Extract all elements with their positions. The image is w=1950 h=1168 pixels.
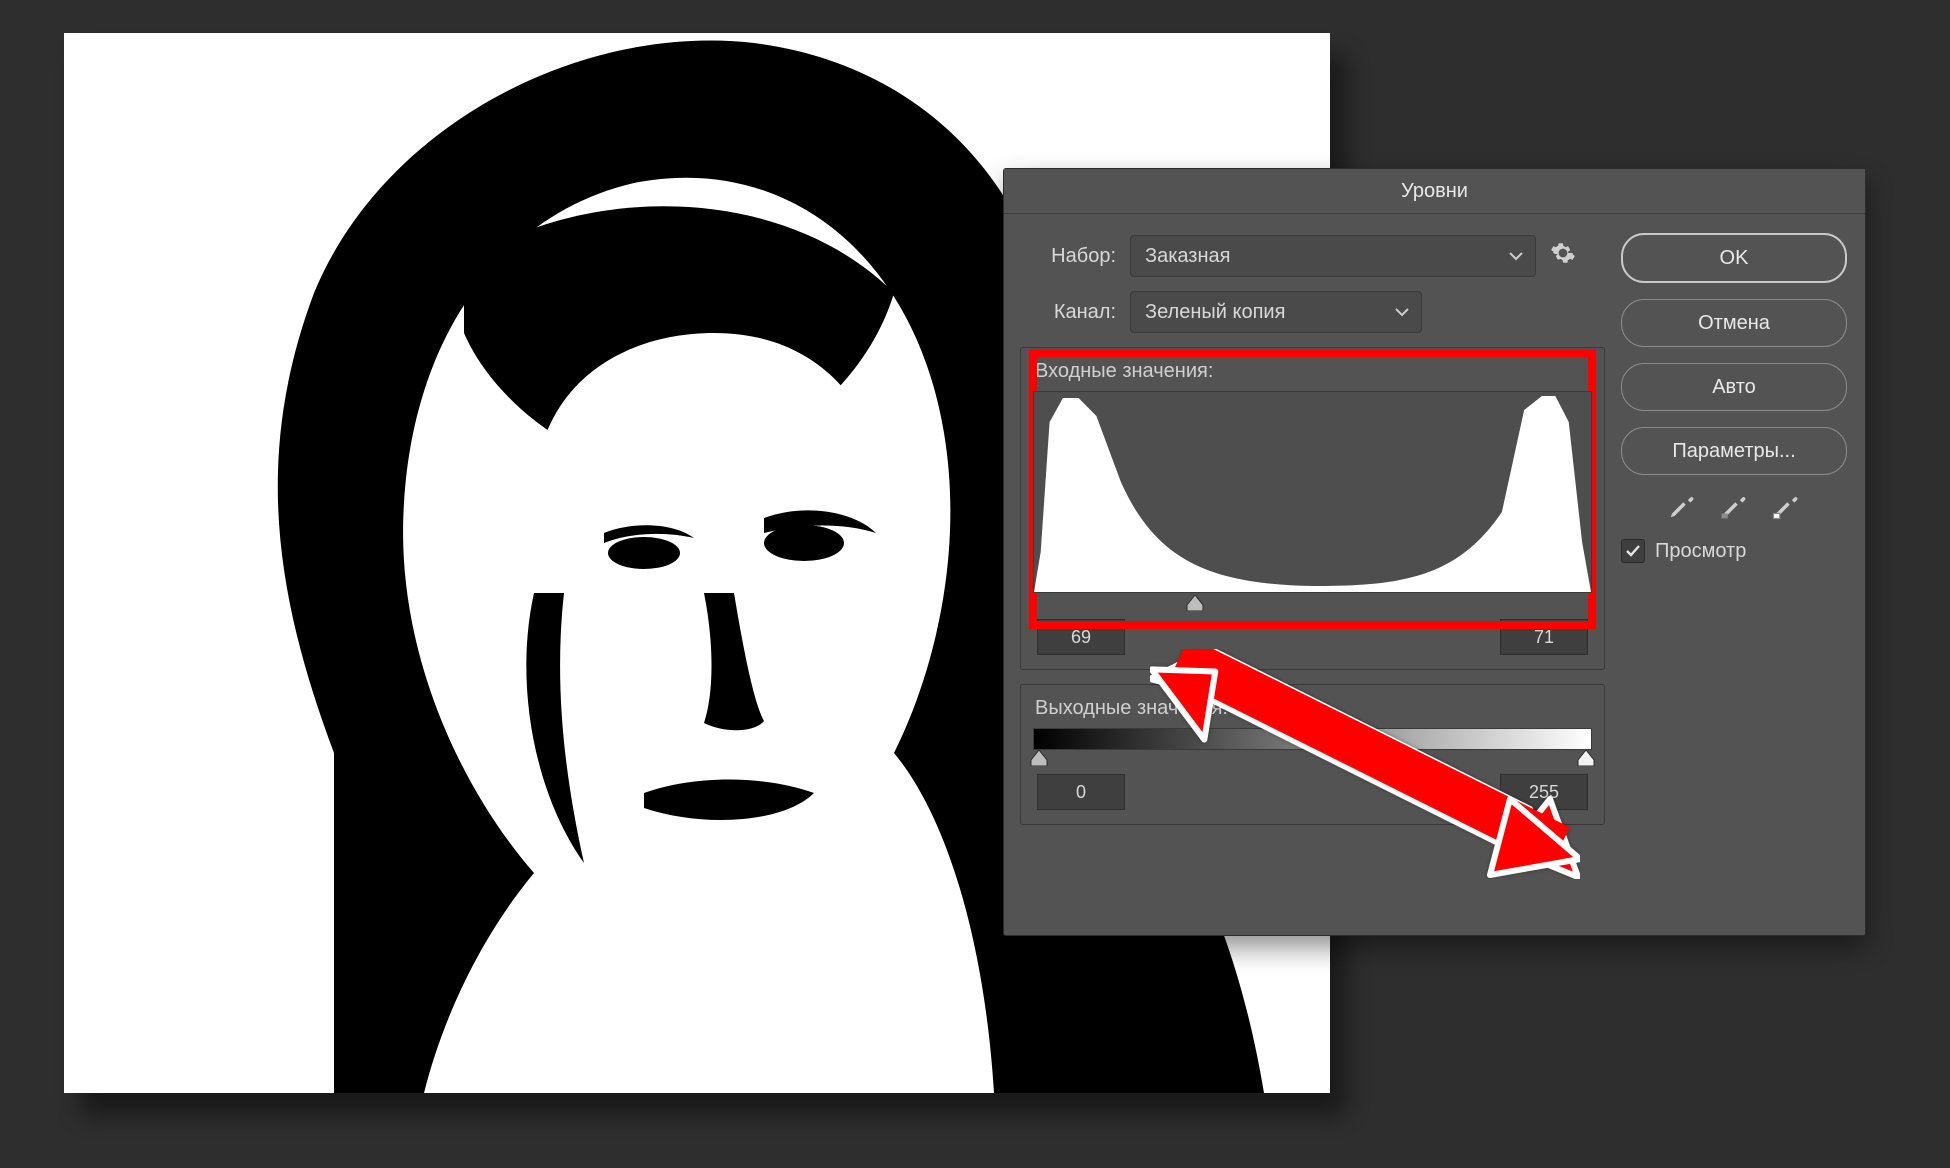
output-levels-section: Выходные значения: 0 255 <box>1020 684 1605 825</box>
input-levels-title: Входные значения: <box>1035 360 1592 383</box>
histogram[interactable] <box>1033 391 1592 593</box>
channel-select[interactable]: Зеленый копия <box>1130 291 1422 333</box>
check-icon <box>1625 543 1641 559</box>
input-levels-section: Входные значения: 69 <box>1020 347 1605 670</box>
preset-label: Набор: <box>1020 245 1116 268</box>
cancel-button-label: Отмена <box>1698 312 1770 335</box>
gear-icon <box>1550 240 1576 266</box>
preset-row: Набор: Заказная <box>1020 235 1605 277</box>
dialog-body: Набор: Заказная Канал: Зеленый копи <box>1020 229 1605 919</box>
output-black-field[interactable]: 0 <box>1037 774 1125 810</box>
output-levels-title: Выходные значения: <box>1035 697 1592 720</box>
input-shadow-field[interactable]: 69 <box>1037 619 1125 655</box>
options-button-label: Параметры... <box>1672 440 1795 463</box>
channel-label: Канал: <box>1030 301 1116 324</box>
preview-checkbox[interactable] <box>1621 539 1645 563</box>
preset-value: Заказная <box>1145 245 1230 268</box>
preview-row: Просмотр <box>1621 539 1847 563</box>
preset-select[interactable]: Заказная <box>1130 235 1536 277</box>
dialog-title: Уровни <box>1004 169 1865 214</box>
output-gradient[interactable] <box>1033 728 1592 750</box>
app-stage: Уровни Набор: Заказная Кан <box>0 0 1950 1168</box>
eyedropper-row <box>1621 491 1847 521</box>
levels-dialog: Уровни Набор: Заказная Кан <box>1003 168 1866 936</box>
output-white-field[interactable]: 255 <box>1500 774 1588 810</box>
auto-button[interactable]: Авто <box>1621 363 1847 411</box>
output-black-thumb[interactable] <box>1030 750 1048 766</box>
dialog-right-column: OK Отмена Авто Параметры... Просмотр <box>1621 233 1847 563</box>
eyedropper-icon <box>1667 491 1697 521</box>
input-highlight-field[interactable]: 71 <box>1500 619 1588 655</box>
histogram-plot <box>1034 392 1591 592</box>
output-values-row: 0 255 <box>1033 774 1592 810</box>
output-white-thumb[interactable] <box>1577 750 1595 766</box>
ok-button[interactable]: OK <box>1621 233 1847 283</box>
input-slider-track[interactable] <box>1033 595 1592 613</box>
options-button[interactable]: Параметры... <box>1621 427 1847 475</box>
histogram-wrap <box>1033 391 1592 613</box>
channel-value: Зеленый копия <box>1145 301 1285 324</box>
eyedropper-white-button[interactable] <box>1771 491 1801 521</box>
chevron-down-icon <box>1395 307 1409 317</box>
eyedropper-black-button[interactable] <box>1667 491 1697 521</box>
channel-row: Канал: Зеленый копия <box>1030 291 1605 333</box>
eyedropper-icon <box>1719 491 1749 521</box>
auto-button-label: Авто <box>1712 376 1756 399</box>
input-values-row: 69 71 <box>1033 619 1592 655</box>
output-slider-track[interactable] <box>1033 750 1592 768</box>
cancel-button[interactable]: Отмена <box>1621 299 1847 347</box>
eyedropper-icon <box>1771 491 1801 521</box>
preview-label: Просмотр <box>1655 540 1746 563</box>
input-gamma-thumb[interactable] <box>1186 595 1204 611</box>
preset-menu-button[interactable] <box>1550 240 1576 272</box>
chevron-down-icon <box>1509 251 1523 261</box>
ok-button-label: OK <box>1720 247 1749 270</box>
eyedropper-gray-button[interactable] <box>1719 491 1749 521</box>
